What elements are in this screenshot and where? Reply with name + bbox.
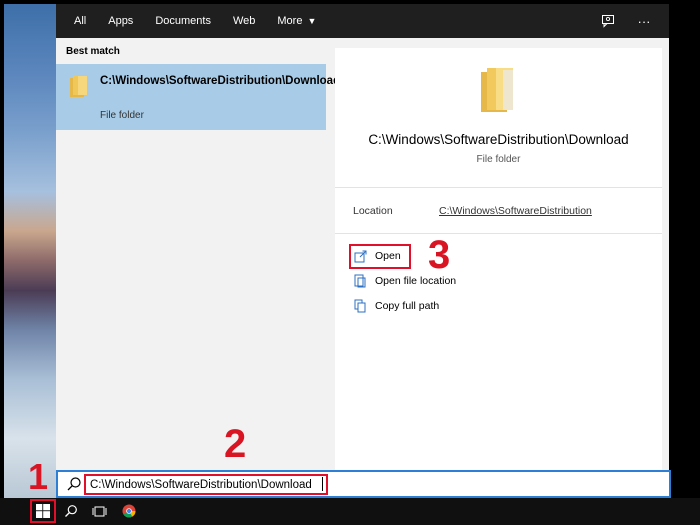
tab-apps[interactable]: Apps bbox=[108, 15, 133, 27]
step-number-1: 1 bbox=[28, 456, 49, 497]
tab-all-label: All bbox=[74, 15, 87, 27]
step-number-2: 2 bbox=[224, 422, 247, 466]
best-match-heading: Best match bbox=[66, 46, 120, 57]
taskbar-search-box[interactable] bbox=[56, 470, 671, 498]
location-row: Location C:\Windows\SoftwareDistribution bbox=[335, 189, 662, 234]
tab-web[interactable]: Web bbox=[233, 15, 255, 27]
preview-title: C:\Windows\SoftwareDistribution\Download bbox=[368, 132, 629, 147]
windows-logo-icon bbox=[36, 504, 50, 518]
start-button[interactable] bbox=[30, 499, 56, 523]
desktop-wallpaper bbox=[4, 4, 56, 498]
copy-path-icon bbox=[353, 299, 367, 313]
tab-more-label: More bbox=[277, 15, 303, 27]
task-view-icon[interactable] bbox=[90, 502, 108, 520]
search-panel: All Apps Documents Web More ▼ ··· Best m… bbox=[56, 4, 669, 470]
feedback-icon[interactable] bbox=[597, 10, 619, 32]
tab-documents-label: Documents bbox=[155, 15, 211, 27]
copy-full-path-action[interactable]: Copy full path bbox=[353, 296, 439, 316]
taskbar-search-icon[interactable] bbox=[62, 502, 80, 520]
tab-documents[interactable]: Documents bbox=[155, 15, 211, 27]
screen-frame: All Apps Documents Web More ▼ ··· Best m… bbox=[0, 0, 700, 525]
result-title: C:\Windows\SoftwareDistribution\Download bbox=[100, 75, 341, 87]
ellipsis-glyph: ··· bbox=[637, 13, 651, 29]
caret-down-icon: ▼ bbox=[307, 16, 317, 26]
search-icon bbox=[67, 477, 81, 491]
ellipsis-icon[interactable]: ··· bbox=[633, 10, 655, 32]
preview-header: C:\Windows\SoftwareDistribution\Download… bbox=[335, 48, 662, 188]
search-filter-bar: All Apps Documents Web More ▼ ··· bbox=[56, 4, 669, 38]
preview-pane: C:\Windows\SoftwareDistribution\Download… bbox=[335, 48, 662, 470]
results-list: Best match C:\Windows\SoftwareDistributi… bbox=[56, 38, 341, 470]
tab-web-label: Web bbox=[232, 15, 256, 27]
folder-icon bbox=[70, 76, 87, 97]
tab-all[interactable]: All bbox=[74, 15, 86, 27]
preview-type: File folder bbox=[476, 154, 521, 165]
tab-apps-label: Apps bbox=[108, 15, 134, 27]
location-link[interactable]: C:\Windows\SoftwareDistribution bbox=[439, 205, 592, 217]
open-file-location-icon bbox=[353, 274, 367, 288]
topbar-actions: ··· bbox=[597, 4, 669, 38]
best-match-result[interactable]: C:\Windows\SoftwareDistribution\Download… bbox=[56, 64, 341, 130]
text-cursor bbox=[322, 477, 323, 491]
large-folder-icon bbox=[481, 68, 513, 112]
location-label: Location bbox=[353, 205, 393, 217]
open-highlight-box bbox=[349, 244, 411, 269]
tab-more[interactable]: More ▼ bbox=[277, 15, 316, 27]
chrome-icon[interactable] bbox=[120, 502, 138, 520]
result-type: File folder bbox=[100, 110, 144, 121]
copy-full-path-label: Copy full path bbox=[375, 300, 440, 312]
step-number-3: 3 bbox=[428, 233, 451, 277]
search-input[interactable] bbox=[84, 474, 328, 495]
taskbar bbox=[0, 498, 700, 525]
